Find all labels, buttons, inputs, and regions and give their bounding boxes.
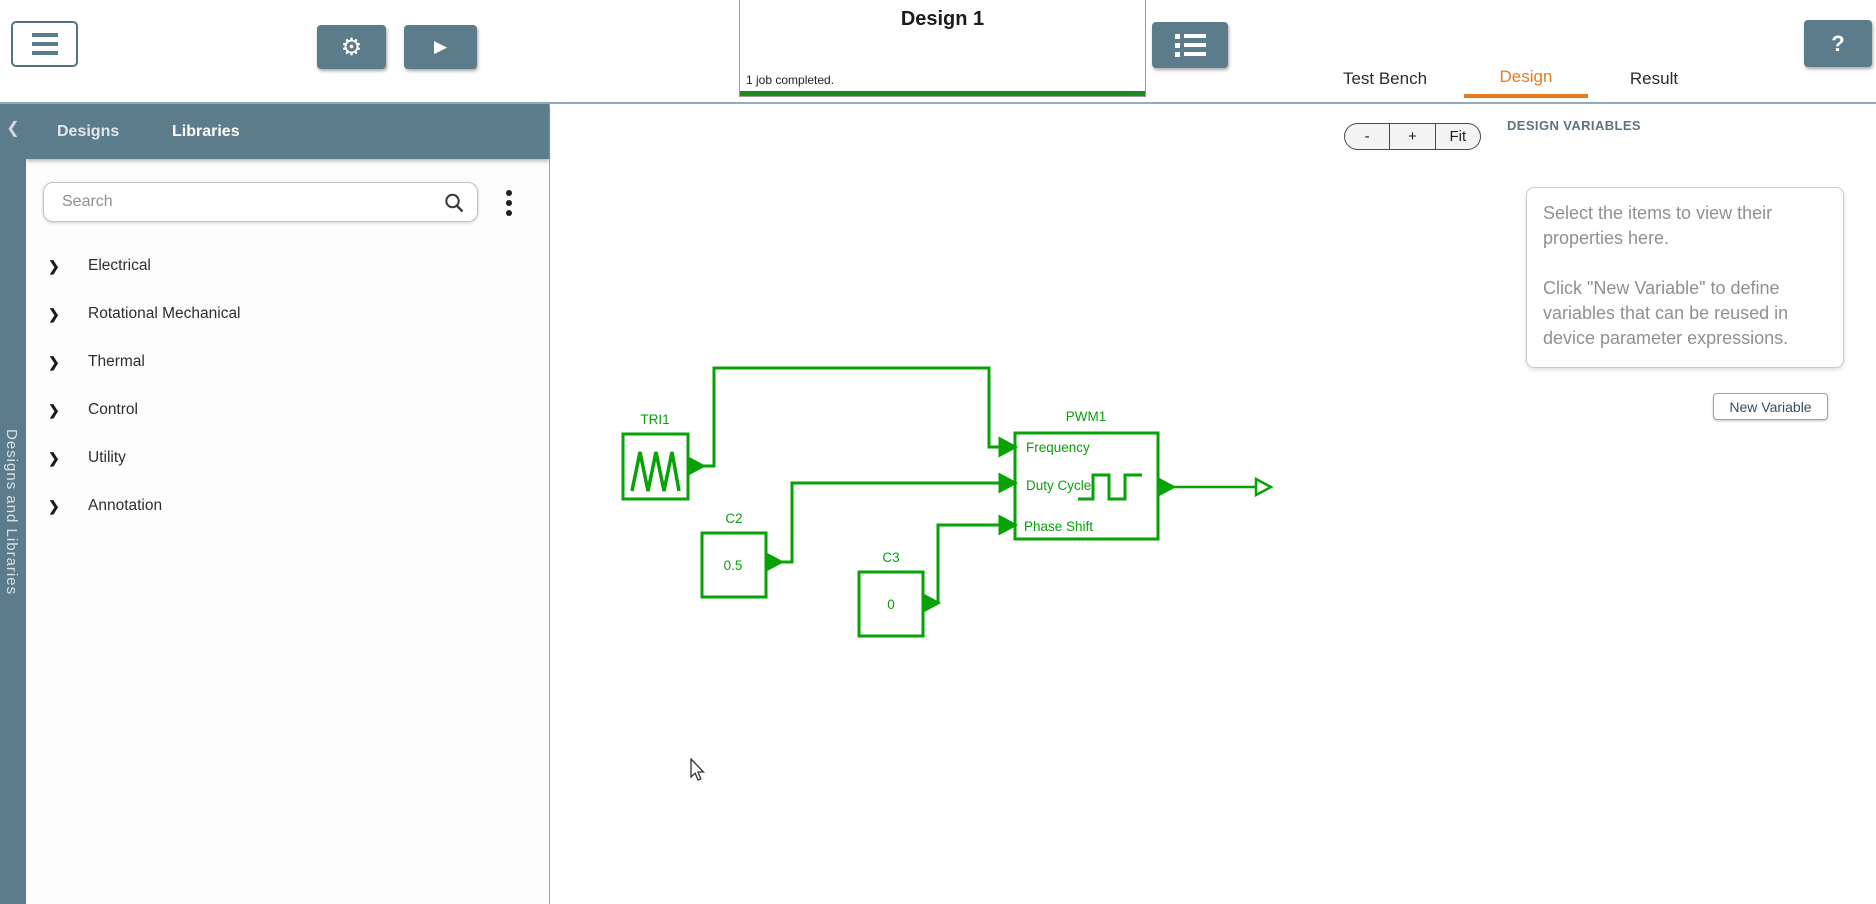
job-list-button[interactable] xyxy=(1152,22,1228,68)
wire-pwm1-output[interactable] xyxy=(1173,479,1271,495)
chevron-right-icon: ❯ xyxy=(48,450,60,467)
design-status-panel: Design 1 1 job completed. xyxy=(739,0,1146,97)
chevron-left-icon[interactable]: ❮ xyxy=(0,114,26,142)
help-button[interactable]: ? xyxy=(1804,20,1872,67)
tab-design[interactable]: Design xyxy=(1464,60,1588,98)
port-label-duty-cycle: Duty Cycle xyxy=(1026,478,1091,493)
block-c3[interactable]: C3 0 xyxy=(859,550,938,636)
properties-hint-box: Select the items to view their propertie… xyxy=(1526,187,1844,368)
block-label: C3 xyxy=(882,550,899,565)
sidebar-tab-designs[interactable]: Designs xyxy=(57,104,119,159)
sidebar-collapse-strip: ❮ Designs and Libraries xyxy=(0,104,26,904)
library-search-box xyxy=(43,182,478,222)
search-input[interactable] xyxy=(44,183,477,221)
library-tree: ❯ Electrical ❯ Rotational Mechanical ❯ T… xyxy=(26,242,549,530)
settings-button[interactable]: ⚙ xyxy=(317,25,386,69)
tree-item-thermal[interactable]: ❯ Thermal xyxy=(26,338,549,386)
zoom-in-button[interactable]: + xyxy=(1389,124,1434,149)
sidebar-tab-libraries[interactable]: Libraries xyxy=(172,104,240,159)
tab-result[interactable]: Result xyxy=(1612,60,1696,98)
schematic-editor-canvas[interactable]: TRI1 C2 0.5 xyxy=(551,106,1876,904)
output-port-arrow xyxy=(688,458,703,474)
port-label-frequency: Frequency xyxy=(1026,440,1090,455)
sidebar-panel: Designs Libraries ❯ Electrical ❯ Rotatio xyxy=(26,104,550,904)
run-simulation-button[interactable]: ▶ xyxy=(404,25,477,69)
block-label: TRI1 xyxy=(640,412,669,427)
main-menu-button[interactable] xyxy=(11,21,78,67)
chevron-right-icon: ❯ xyxy=(48,306,60,323)
hint-line-1: Select the items to view their propertie… xyxy=(1543,201,1827,251)
job-status-text: 1 job completed. xyxy=(746,73,834,87)
chevron-right-icon: ❯ xyxy=(48,402,60,419)
tree-item-control[interactable]: ❯ Control xyxy=(26,386,549,434)
output-port-arrow xyxy=(1158,479,1173,495)
tree-item-electrical[interactable]: ❯ Electrical xyxy=(26,242,549,290)
zoom-controls: - + Fit xyxy=(1344,123,1481,150)
open-arrow-terminal xyxy=(1256,479,1271,495)
more-options-icon[interactable] xyxy=(497,186,521,220)
block-label: PWM1 xyxy=(1066,409,1107,424)
block-pwm1[interactable]: PWM1 Frequency Duty Cycle Phase Shift xyxy=(1015,409,1173,539)
tab-test-bench[interactable]: Test Bench xyxy=(1320,60,1450,98)
play-icon: ▶ xyxy=(434,37,447,57)
design-variables-title: DESIGN VARIABLES xyxy=(1507,118,1641,133)
wire-tri1-to-frequency[interactable] xyxy=(703,368,1015,466)
hint-line-2: Click "New Variable" to define variables… xyxy=(1543,276,1827,351)
output-port-arrow xyxy=(766,554,781,570)
triangle-wave-icon xyxy=(632,452,679,491)
new-variable-button[interactable]: New Variable xyxy=(1713,393,1828,420)
block-label: C2 xyxy=(725,511,742,526)
list-icon xyxy=(1175,34,1206,57)
chevron-right-icon: ❯ xyxy=(48,258,60,275)
block-tri1[interactable]: TRI1 xyxy=(623,412,703,499)
zoom-out-button[interactable]: - xyxy=(1345,124,1389,149)
search-icon xyxy=(443,192,465,214)
zoom-fit-button[interactable]: Fit xyxy=(1435,124,1480,149)
chevron-right-icon: ❯ xyxy=(48,354,60,371)
job-progress-bar xyxy=(740,91,1145,96)
block-value: 0 xyxy=(887,597,895,612)
port-label-phase-shift: Phase Shift xyxy=(1024,519,1093,534)
sidebar-header: Designs Libraries xyxy=(26,104,549,159)
hamburger-icon xyxy=(32,33,58,37)
design-title: Design 1 xyxy=(740,8,1145,31)
tree-item-rotational-mechanical[interactable]: ❯ Rotational Mechanical xyxy=(26,290,549,338)
wire-c2-to-duty-cycle[interactable] xyxy=(781,475,1015,562)
gear-icon: ⚙ xyxy=(341,33,363,62)
tree-item-annotation[interactable]: ❯ Annotation xyxy=(26,482,549,530)
question-mark-icon: ? xyxy=(1831,31,1844,57)
block-value: 0.5 xyxy=(724,558,743,573)
block-c2[interactable]: C2 0.5 xyxy=(702,511,781,597)
output-port-arrow xyxy=(923,595,938,611)
chevron-right-icon: ❯ xyxy=(48,498,60,515)
tree-item-utility[interactable]: ❯ Utility xyxy=(26,434,549,482)
top-toolbar: ⚙ ▶ Design 1 1 job completed. Test Bench… xyxy=(0,0,1876,104)
app-window: ⚙ ▶ Design 1 1 job completed. Test Bench… xyxy=(0,0,1876,904)
wire-c3-to-phase-shift[interactable] xyxy=(938,517,1015,603)
sidebar-vertical-label: Designs and Libraries xyxy=(3,429,20,595)
